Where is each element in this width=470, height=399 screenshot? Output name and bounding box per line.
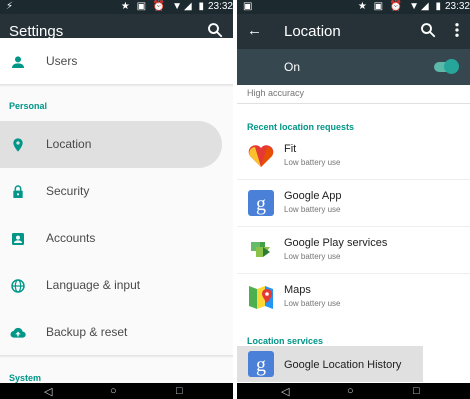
settings-item-backup[interactable]: Backup & reset — [0, 309, 233, 356]
location-pin-icon — [13, 138, 23, 152]
google-g-icon: g — [248, 190, 274, 216]
location-master-switch[interactable]: On — [237, 49, 470, 85]
battery-usage: Low battery use — [284, 205, 341, 214]
settings-item-label: Backup & reset — [46, 325, 128, 339]
app-name: Google Play services — [284, 237, 388, 249]
status-icons: ★ ▣ ⏰ ▼◢ ▮ 23:32 — [120, 1, 233, 12]
screenshot-notification-icon: ▣ — [243, 1, 253, 12]
maps-icon — [249, 286, 273, 309]
settings-item-language[interactable]: Language & input — [0, 262, 233, 309]
play-services-icon — [251, 242, 270, 257]
service-name: Google Location History — [284, 359, 402, 371]
settings-item-label: Security — [46, 184, 90, 198]
location-app-bar: ← Location — [237, 14, 470, 49]
globe-icon — [11, 279, 25, 293]
toggle-switch[interactable] — [444, 59, 459, 74]
location-mode[interactable]: High accuracy — [247, 88, 304, 98]
page-title: Location — [284, 23, 341, 40]
battery-usage: Low battery use — [284, 299, 341, 308]
google-g-icon: g — [248, 351, 274, 377]
notification-icon: ⚡ — [6, 1, 14, 12]
app-name: Fit — [284, 143, 297, 155]
card-divider — [0, 355, 233, 358]
back-nav-icon[interactable]: ◁ — [44, 385, 52, 398]
settings-item-label: Location — [46, 137, 92, 151]
status-bar: ▣ ★ ▣ ⏰ ▼◢ ▮ 23:32 — [237, 0, 470, 14]
navigation-bar: ◁ ○ □ — [237, 383, 470, 399]
back-arrow-icon[interactable]: ← — [247, 22, 262, 39]
settings-item-location[interactable]: Location — [0, 121, 233, 168]
section-header-system: System — [9, 373, 42, 383]
settings-item-label: Language & input — [46, 278, 141, 292]
battery-usage: Low battery use — [284, 158, 341, 167]
search-icon[interactable] — [419, 21, 437, 39]
section-header-services: Location services — [247, 336, 324, 346]
card-divider — [0, 84, 233, 87]
recents-nav-icon[interactable]: □ — [176, 385, 183, 397]
navigation-bar: ◁ ○ □ — [0, 383, 233, 399]
request-item-google-app[interactable]: g Google App Low battery use — [237, 180, 470, 227]
app-name: Maps — [284, 284, 311, 296]
svg-text:g: g — [256, 193, 266, 215]
more-vert-icon[interactable] — [452, 21, 462, 39]
battery-usage: Low battery use — [284, 252, 341, 261]
settings-item-label: Users — [46, 54, 78, 68]
app-name: Google App — [284, 190, 342, 202]
request-item-fit[interactable]: Fit Low battery use — [237, 133, 470, 180]
back-nav-icon[interactable]: ◁ — [281, 385, 289, 398]
status-time: 23:32 — [207, 1, 233, 12]
recents-nav-icon[interactable]: □ — [413, 385, 420, 397]
settings-item-accounts[interactable]: Accounts — [0, 215, 233, 262]
status-time: 23:32 — [444, 1, 470, 12]
status-bar: ⚡ ★ ▣ ⏰ ▼◢ ▮ 23:32 — [0, 0, 233, 14]
divider — [237, 103, 470, 104]
svg-text:g: g — [256, 354, 266, 376]
account-box-icon — [12, 233, 24, 245]
settings-screen: ⚡ ★ ▣ ⏰ ▼◢ ▮ 23:32 Settings Users Persona… — [0, 0, 233, 399]
section-header-personal: Personal — [9, 101, 48, 111]
request-item-play-services[interactable]: Google Play services Low battery use — [237, 227, 470, 274]
section-header-recent: Recent location requests — [247, 122, 355, 132]
person-icon — [12, 56, 24, 68]
home-nav-icon[interactable]: ○ — [110, 385, 117, 397]
switch-label: On — [284, 60, 301, 74]
search-icon[interactable] — [206, 21, 224, 39]
location-screen: ▣ ★ ▣ ⏰ ▼◢ ▮ 23:32 ← Location On High acc… — [237, 0, 470, 399]
fit-heart-icon — [248, 145, 274, 167]
request-item-maps[interactable]: Maps Low battery use — [237, 274, 470, 321]
home-nav-icon[interactable]: ○ — [347, 385, 354, 397]
status-icons: ★ ▣ ⏰ ▼◢ ▮ 23:32 — [357, 1, 470, 12]
cloud-upload-icon — [10, 327, 26, 338]
lock-icon — [13, 185, 23, 198]
settings-item-label: Accounts — [46, 231, 96, 245]
settings-item-security[interactable]: Security — [0, 168, 233, 215]
settings-item-users[interactable]: Users — [0, 38, 233, 85]
